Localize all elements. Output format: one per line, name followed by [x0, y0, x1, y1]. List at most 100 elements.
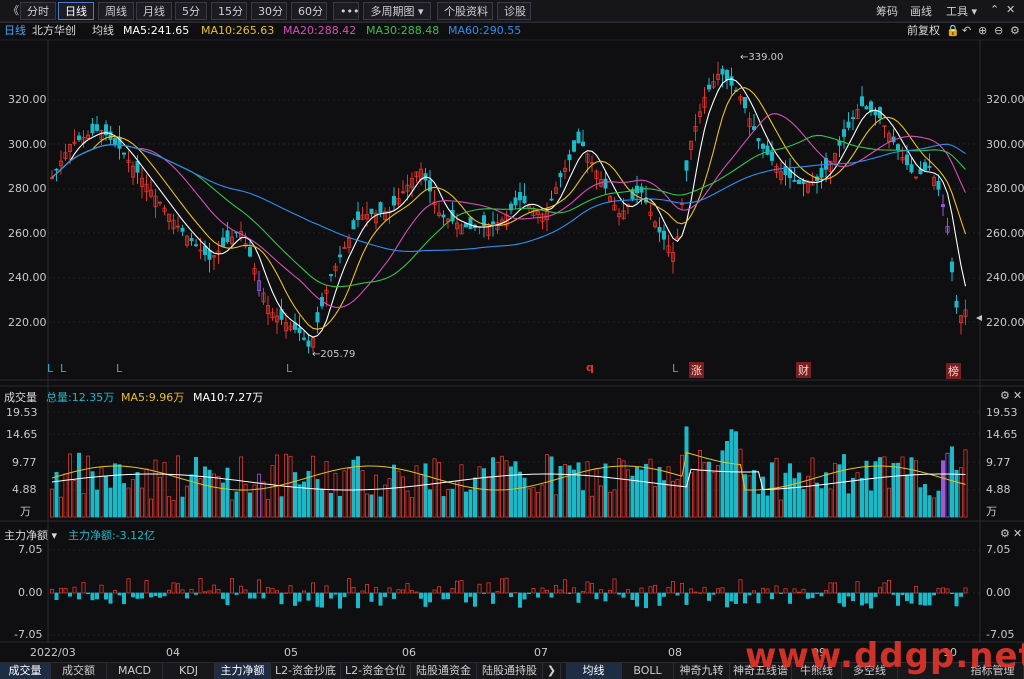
volume-bar: [184, 485, 189, 518]
tab-l2-position[interactable]: L2-资金仓位: [341, 663, 411, 679]
volume-bar: [445, 488, 450, 518]
tab-northbound-flow[interactable]: 陆股通资金: [411, 663, 477, 679]
volume-bar: [59, 496, 64, 518]
volume-bar: [104, 476, 109, 518]
earnings-marker[interactable]: 财: [796, 362, 811, 378]
net-flow-bar: [436, 586, 441, 594]
net-flow-bar: [234, 592, 239, 595]
volume-bar: [472, 477, 477, 518]
settings-icon[interactable]: ⚙: [1000, 389, 1010, 402]
net-flow-bar: [333, 592, 338, 595]
candle-body: [207, 249, 212, 260]
dragon-tiger-marker[interactable]: 榜: [946, 363, 961, 379]
net-flow-bar: [900, 592, 905, 595]
volume-bar: [270, 465, 275, 518]
volume-bar: [801, 489, 806, 518]
volume-bar: [729, 429, 734, 518]
candle-body: [851, 117, 856, 120]
volume-bar: [283, 453, 288, 518]
volume-bar: [554, 494, 559, 518]
net-flow-bar: [536, 592, 541, 598]
net-flow-bar: [594, 592, 599, 599]
net-flow-bar: [698, 592, 703, 594]
candle-body: [306, 340, 311, 347]
candle-body: [513, 197, 518, 206]
net-flow-bar: [680, 582, 685, 594]
tab-l2-bottom[interactable]: L2-资金抄底: [271, 663, 341, 679]
y-label-left: 280.00: [8, 182, 47, 195]
net-flow-bar: [481, 592, 486, 594]
tab-net-flow[interactable]: 主力净额: [215, 663, 271, 679]
volume-bar: [459, 464, 464, 518]
volume-bar: [815, 482, 820, 518]
tab-ma[interactable]: 均线: [566, 663, 622, 679]
flow-y-label: 7.05: [18, 543, 43, 556]
tab-turnover[interactable]: 成交额: [51, 663, 107, 679]
net-flow-bar: [153, 592, 158, 597]
net-flow-bar: [936, 588, 941, 594]
tab-boll[interactable]: BOLL: [622, 663, 674, 679]
candle-body: [518, 192, 523, 201]
volume-bar: [653, 486, 658, 518]
candle-body: [427, 180, 432, 192]
tab-td9[interactable]: 神奇九转: [674, 663, 730, 679]
tab-volume[interactable]: 成交量: [0, 663, 51, 679]
candle-body: [54, 168, 59, 171]
net-flow-bar: [355, 592, 360, 609]
close-icon[interactable]: ✕: [1013, 527, 1022, 540]
volume-bar: [481, 468, 486, 518]
net-flow-bar: [657, 592, 662, 606]
event-marker[interactable]: L: [116, 362, 122, 375]
net-flow-bar: [499, 578, 504, 594]
tab-kdj[interactable]: KDJ: [163, 663, 215, 679]
event-marker[interactable]: q: [586, 361, 594, 374]
y-label-left: 260.00: [8, 227, 47, 240]
net-flow-bar: [941, 587, 946, 594]
volume-bar: [135, 472, 140, 518]
volume-bar: [346, 468, 351, 518]
volume-bar: [689, 472, 694, 518]
net-flow-bar: [104, 592, 109, 600]
net-flow-bar: [77, 592, 82, 600]
event-marker[interactable]: L: [286, 362, 292, 375]
settings-icon[interactable]: ⚙: [1000, 527, 1010, 540]
net-flow-bar: [671, 581, 676, 594]
volume-bar: [608, 491, 613, 518]
net-flow-dropdown[interactable]: 主力净额 ▾: [4, 527, 57, 543]
volume-bar: [599, 485, 604, 518]
volume-bar: [612, 489, 617, 518]
net-flow-bar: [378, 592, 383, 606]
net-flow-bar: [819, 592, 824, 597]
volume-bar: [891, 463, 896, 518]
candle-body: [135, 160, 140, 173]
close-icon[interactable]: ✕: [1013, 389, 1022, 402]
volume-bar: [576, 462, 581, 518]
chart-canvas[interactable]: [0, 0, 1024, 662]
net-flow-bar: [549, 592, 554, 598]
net-flow-bar: [738, 579, 743, 594]
net-flow-bar: [220, 592, 225, 599]
event-marker[interactable]: L: [672, 362, 678, 375]
volume-bar: [527, 488, 532, 518]
tab-northbound-hold[interactable]: 陆股通持股: [477, 663, 543, 679]
volume-bar: [297, 484, 302, 518]
net-flow-bar: [806, 592, 811, 599]
chevron-right-icon[interactable]: ❯: [543, 663, 561, 679]
candle-body: [95, 124, 100, 131]
volume-bar: [851, 477, 856, 518]
net-flow-bar: [175, 583, 180, 594]
net-flow-bar: [630, 592, 635, 600]
event-marker[interactable]: L: [60, 362, 66, 375]
tab-macd[interactable]: MACD: [107, 663, 163, 679]
volume-bar: [351, 459, 356, 518]
net-flow-bar: [283, 592, 288, 594]
net-flow-bar: [490, 592, 495, 604]
volume-bar: [549, 456, 554, 518]
volume-title[interactable]: 成交量: [4, 389, 37, 405]
limit-up-marker[interactable]: 涨: [689, 362, 704, 378]
volume-bar: [761, 476, 766, 518]
volume-bar: [486, 476, 491, 518]
net-flow-bar: [247, 592, 252, 599]
event-marker[interactable]: L: [47, 362, 53, 375]
y-label-right: 280.00: [986, 182, 1024, 195]
